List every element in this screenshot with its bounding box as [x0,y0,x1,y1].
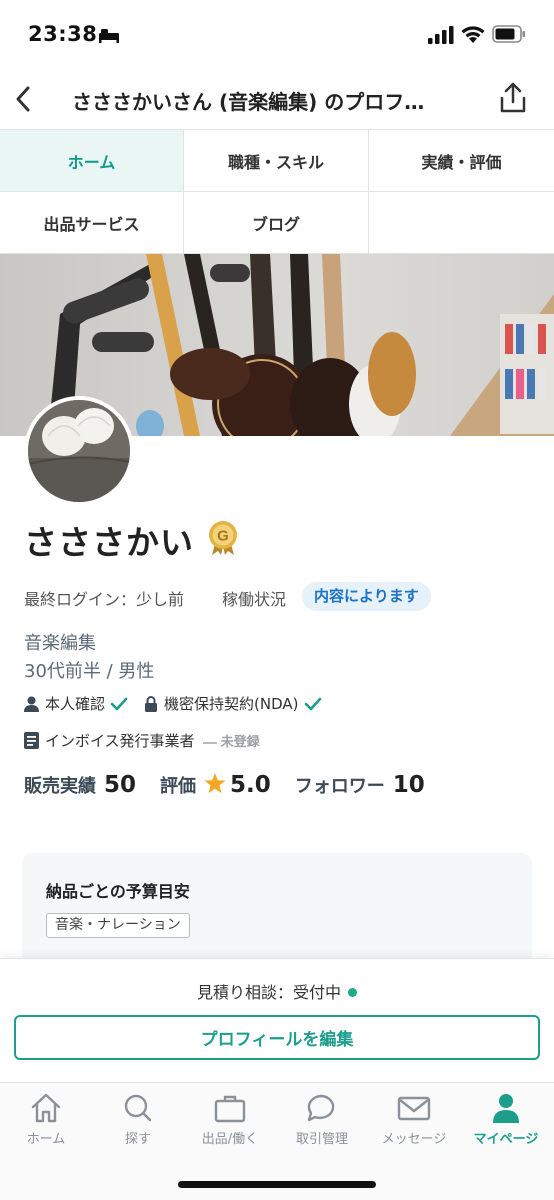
tab-home[interactable]: ホーム [0,130,184,192]
profile-name: さささかい [24,523,194,562]
rating-value: 5.0 [230,772,271,798]
estimate-status: 見積り相談：受付中 [0,979,554,1003]
budget-title: 納品ごとの予算目安 [46,882,190,901]
invoice-label: インボイス発行事業者 [45,732,195,750]
invoice-row: インボイス発行事業者 未登録 [24,730,260,751]
tab-empty [369,192,554,254]
tab-services[interactable]: 出品サービス [0,192,184,254]
nav-mypage[interactable]: マイページ [460,1093,552,1147]
nav-sell-work-label: 出品/働く [201,1132,259,1147]
tab-blog[interactable]: ブログ [184,192,369,254]
home-icon [31,1093,61,1123]
briefcase-icon [214,1095,246,1123]
nav-search-label: 探す [124,1132,151,1147]
signal-icon [428,26,454,44]
star-icon [204,773,226,793]
svg-text:G: G [217,528,229,545]
nav-messages[interactable]: メッセージ [368,1093,460,1147]
home-indicator [178,1181,376,1188]
profile-tabs: ホーム 職種・スキル 実績・評価 出品サービス ブログ [0,130,554,254]
status-time: 23:38 [28,22,98,46]
chat-bubble-icon [307,1094,335,1122]
gold-rank-badge-icon: G [209,521,237,555]
verification-row: 本人確認 機密保持契約(NDA) [24,693,322,714]
online-dot-icon [348,988,357,997]
budget-category-tag: 音楽・ナレーション [46,913,190,938]
invoice-status: 未登録 [202,731,260,750]
search-icon [124,1094,152,1122]
nav-home-label: ホーム [26,1132,66,1147]
lock-icon [145,695,158,712]
nav-transactions[interactable]: 取引管理 [276,1093,368,1147]
nav-home[interactable]: ホーム [0,1093,92,1147]
tab-achievements[interactable]: 実績・評価 [369,130,554,192]
nav-sell-work[interactable]: 出品/働く [184,1093,276,1147]
bottom-action-sheet: 見積り相談：受付中 プロフィールを編集 [0,958,554,1082]
work-status-label: 稼働状況 [222,590,287,609]
share-icon[interactable] [496,80,530,116]
job-category: 音楽編集 [24,633,96,654]
followers-label[interactable]: フォロワー [295,772,385,798]
nav-mypage-label: マイページ [473,1132,539,1147]
check-icon [304,697,321,710]
sales-label: 販売実績 [24,776,96,797]
edit-profile-button[interactable]: プロフィールを編集 [14,1015,540,1060]
nda-label: 機密保持契約(NDA) [164,695,299,713]
document-icon [24,732,39,749]
last-login: 最終ログイン：少し前 [24,590,185,609]
nav-transactions-label: 取引管理 [295,1132,348,1147]
stats-row: 販売実績 50 評価 5.0 フォロワー 10 [24,771,449,798]
nav-header: さささかいさん (音楽編集) のプロフ… [0,68,554,130]
age-gender: 30代前半 / 男性 [24,661,155,682]
followers-value[interactable]: 10 [393,772,425,798]
bed-icon [99,29,119,43]
check-icon [110,697,128,710]
battery-icon [492,25,525,43]
nav-search[interactable]: 探す [92,1093,184,1147]
avatar[interactable] [24,396,134,506]
identity-verified-label: 本人確認 [45,695,106,713]
person-icon [24,696,39,712]
wifi-icon [461,26,485,43]
work-status-badge: 内容によります [302,582,431,611]
page-title: さささかいさん (音楽編集) のプロフ… [72,90,425,114]
nav-messages-label: メッセージ [381,1132,447,1147]
estimate-status-label: 見積り相談：受付中 [196,983,341,1002]
envelope-icon [397,1096,431,1121]
person-icon [493,1094,519,1123]
rating-label: 評価 [160,776,197,797]
back-arrow-icon[interactable] [10,82,40,116]
tab-job-skill[interactable]: 職種・スキル [184,130,369,192]
status-bar: 23:38 [0,0,554,68]
sales-value: 50 [104,772,137,798]
